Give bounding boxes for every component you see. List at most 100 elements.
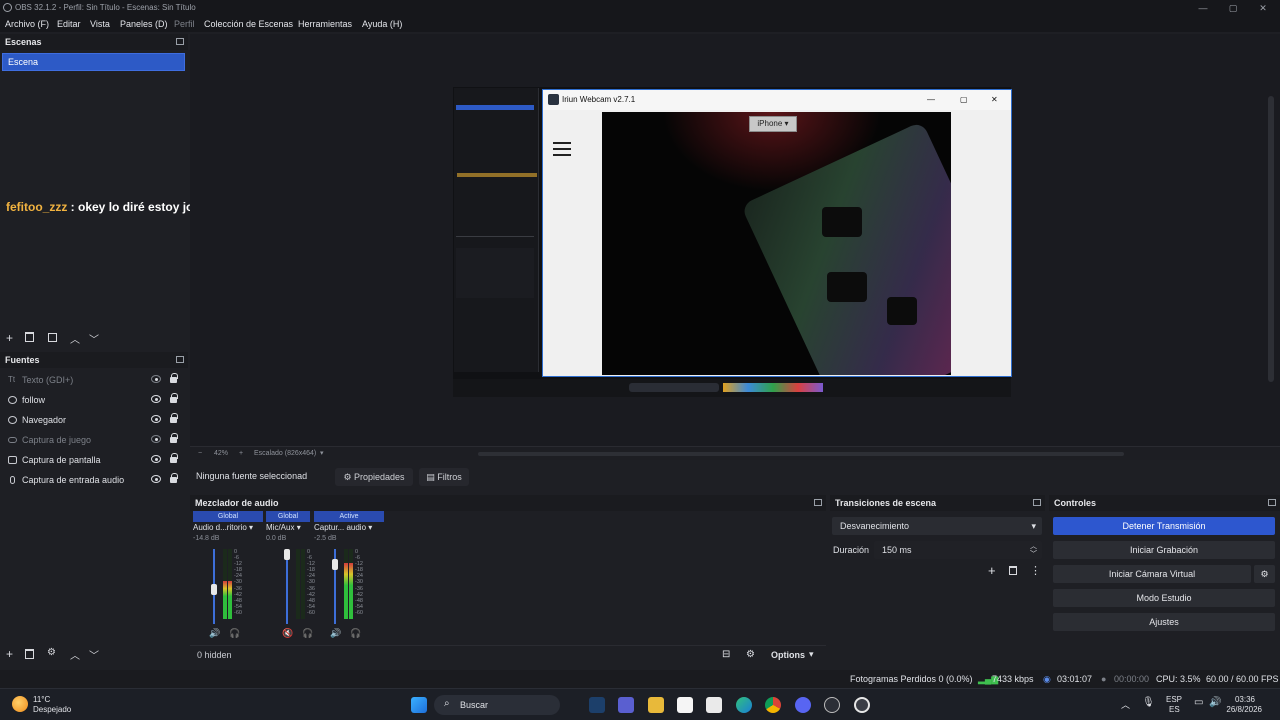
weather-icon[interactable] bbox=[12, 696, 28, 712]
eye-icon[interactable] bbox=[151, 415, 161, 423]
hamburger-menu-icon[interactable] bbox=[553, 142, 571, 156]
add-icon[interactable]: + bbox=[988, 563, 996, 578]
zoom-in-button[interactable]: + bbox=[239, 447, 243, 460]
move-up-icon[interactable]: ︿ bbox=[70, 647, 80, 662]
duration-input[interactable]: 150 ms ︿ ﹀ bbox=[874, 541, 1042, 559]
options-button[interactable]: Options bbox=[771, 650, 805, 660]
settings-icon[interactable]: ⚙ bbox=[746, 649, 755, 660]
volume-icon[interactable]: 🔊 bbox=[1209, 697, 1221, 708]
layout-icon[interactable]: ⊟ bbox=[722, 649, 730, 660]
trash-icon[interactable] bbox=[25, 649, 34, 659]
muted-speaker-icon[interactable]: 🔇 bbox=[282, 628, 293, 639]
source-item-captura-pantalla[interactable]: Captura de pantalla bbox=[0, 450, 188, 470]
file-explorer-icon[interactable] bbox=[648, 697, 664, 713]
lock-icon[interactable] bbox=[170, 393, 178, 403]
source-item-captura-juego[interactable]: Captura de juego bbox=[0, 430, 188, 450]
channel-name[interactable]: Audio d...ritorio ▾ bbox=[193, 522, 263, 534]
obs-taskbar-icon[interactable] bbox=[854, 697, 870, 713]
more-options-icon[interactable]: ⋮ bbox=[1030, 564, 1041, 577]
monitor-headphones-icon[interactable]: 🎧 bbox=[229, 628, 240, 639]
dock-float-icon[interactable] bbox=[1033, 499, 1041, 506]
maximize-button[interactable]: ▢ bbox=[1218, 0, 1248, 16]
volume-fader[interactable] bbox=[286, 549, 288, 624]
device-select[interactable]: iPhone ▾ bbox=[749, 116, 797, 132]
iriun-minimize-button[interactable]: — bbox=[927, 90, 935, 110]
lock-icon[interactable] bbox=[170, 413, 178, 423]
filters-button[interactable]: ▤ Filtros bbox=[419, 468, 469, 486]
menu-editar[interactable]: Editar bbox=[57, 16, 81, 32]
move-up-icon[interactable]: ︿ bbox=[70, 331, 80, 346]
spin-down-icon[interactable]: ﹀ bbox=[1030, 546, 1037, 564]
steam-icon[interactable] bbox=[589, 697, 605, 713]
chevron-down-icon[interactable]: ▾ bbox=[249, 523, 253, 532]
horizontal-scrollbar[interactable] bbox=[478, 452, 1124, 456]
lock-icon[interactable] bbox=[170, 433, 178, 443]
network-icon[interactable]: ▭ bbox=[1194, 697, 1203, 708]
properties-button[interactable]: ⚙ Propiedades bbox=[335, 468, 413, 486]
chevron-down-icon[interactable]: ▾ bbox=[320, 447, 324, 460]
filter-icon[interactable] bbox=[48, 333, 57, 342]
source-item-navegador[interactable]: Navegador bbox=[0, 410, 188, 430]
chevron-down-icon[interactable]: ▾ bbox=[368, 523, 372, 532]
speaker-icon[interactable]: 🔊 bbox=[209, 628, 220, 639]
taskbar-search[interactable]: ⌕ Buscar bbox=[434, 695, 560, 715]
chevron-down-icon[interactable]: ▾ bbox=[809, 649, 814, 660]
dock-float-icon[interactable] bbox=[176, 356, 184, 363]
eye-icon[interactable] bbox=[151, 475, 161, 483]
lock-icon[interactable] bbox=[170, 453, 178, 463]
menu-ayuda[interactable]: Ayuda (H) bbox=[362, 16, 402, 32]
dock-float-icon[interactable] bbox=[1268, 499, 1276, 506]
menu-paneles[interactable]: Paneles (D) bbox=[120, 16, 168, 32]
language-2[interactable]: ES bbox=[1169, 705, 1180, 714]
speaker-icon[interactable]: 🔊 bbox=[330, 628, 341, 639]
monitor-headphones-icon[interactable]: 🎧 bbox=[350, 628, 361, 639]
menu-vista[interactable]: Vista bbox=[90, 16, 110, 32]
eye-icon[interactable] bbox=[151, 395, 161, 403]
eye-icon[interactable] bbox=[151, 455, 161, 463]
iriun-maximize-button[interactable]: ▢ bbox=[960, 90, 968, 110]
trash-icon[interactable] bbox=[1009, 566, 1017, 575]
menu-perfil[interactable]: Perfil bbox=[174, 16, 195, 32]
move-down-icon[interactable]: ﹀ bbox=[89, 647, 99, 662]
move-down-icon[interactable]: ﹀ bbox=[89, 331, 99, 346]
chrome-icon[interactable] bbox=[765, 697, 781, 713]
language-1[interactable]: ESP bbox=[1166, 695, 1182, 704]
settings-button[interactable]: Ajustes bbox=[1053, 613, 1275, 631]
gear-icon[interactable]: ⚙ bbox=[47, 647, 56, 658]
fader-knob[interactable] bbox=[284, 549, 290, 560]
clock-date[interactable]: 26/8/2026 bbox=[1222, 705, 1262, 714]
transition-select[interactable]: Desvanecimiento ▾ bbox=[832, 517, 1042, 535]
eye-hidden-icon[interactable] bbox=[151, 375, 161, 383]
lock-icon[interactable] bbox=[170, 373, 178, 383]
discord-icon[interactable] bbox=[795, 697, 811, 713]
tray-chevron-icon[interactable]: ︿ bbox=[1121, 698, 1130, 711]
source-item-follow[interactable]: follow bbox=[0, 390, 188, 410]
stop-streaming-button[interactable]: Detener Transmisión bbox=[1053, 517, 1275, 535]
iriun-webcam-window[interactable]: Iriun Webcam v2.7.1 — ▢ ✕ iPhone ▾ bbox=[542, 89, 1012, 377]
menu-coleccion-escenas[interactable]: Colección de Escenas bbox=[204, 16, 293, 32]
dock-float-icon[interactable] bbox=[176, 38, 184, 45]
windows-start-icon[interactable] bbox=[411, 697, 427, 713]
chevron-down-icon[interactable]: ▾ bbox=[297, 523, 301, 532]
zoom-out-button[interactable]: − bbox=[198, 447, 202, 460]
scene-item[interactable]: Escena bbox=[2, 53, 185, 71]
app-icon[interactable] bbox=[824, 697, 840, 713]
vertical-scrollbar[interactable] bbox=[1268, 96, 1274, 382]
start-virtual-camera-button[interactable]: Iniciar Cámara Virtual bbox=[1053, 565, 1251, 583]
menu-archivo[interactable]: Archivo (F) bbox=[5, 16, 49, 32]
lock-icon[interactable] bbox=[170, 473, 178, 483]
source-item-captura-audio[interactable]: Captura de entrada audio bbox=[0, 470, 188, 490]
monitor-headphones-icon[interactable]: 🎧 bbox=[302, 628, 313, 639]
menu-herramientas[interactable]: Herramientas bbox=[298, 16, 352, 32]
fader-knob[interactable] bbox=[211, 584, 217, 596]
close-button[interactable]: ✕ bbox=[1248, 0, 1278, 16]
virtual-camera-settings-icon[interactable]: ⚙ bbox=[1254, 565, 1275, 583]
iriun-close-button[interactable]: ✕ bbox=[991, 90, 998, 110]
add-icon[interactable]: + bbox=[6, 331, 13, 345]
microphone-tray-icon[interactable]: 🎙 bbox=[1142, 697, 1155, 708]
trash-icon[interactable] bbox=[25, 332, 34, 342]
minimize-button[interactable]: — bbox=[1188, 0, 1218, 16]
store-icon[interactable] bbox=[706, 697, 722, 713]
xbox-app-icon[interactable] bbox=[677, 697, 693, 713]
edge-icon[interactable] bbox=[736, 697, 752, 713]
